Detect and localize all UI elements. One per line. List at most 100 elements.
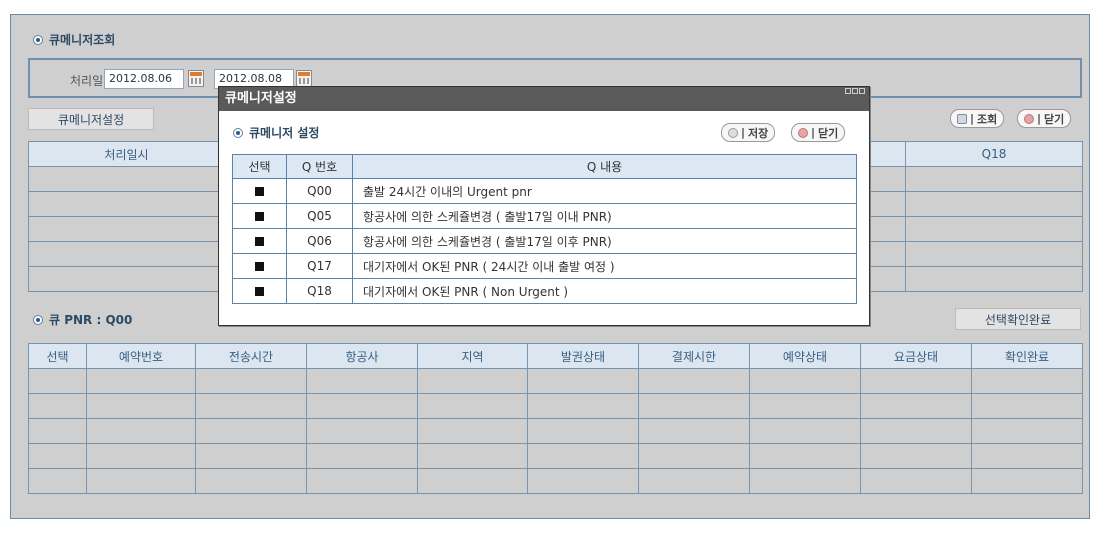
q-desc-cell: 대기자에서 OK된 PNR ( 24시간 이내 출발 여정 ) [352,253,857,279]
close-icon [1024,113,1034,124]
table-cell [749,368,861,394]
search-button[interactable]: | 조회 [950,109,1005,128]
save-button[interactable]: | 저장 [721,123,776,142]
q-number-cell: Q06 [286,228,353,254]
checkbox-checked-icon[interactable] [255,212,264,221]
table-cell [905,191,1083,217]
table-row[interactable]: Q17 대기자에서 OK된 PNR ( 24시간 이내 출발 여정 ) [232,253,857,279]
dialog-titlebar[interactable]: 큐메니저설정 [219,87,869,111]
queue-settings-button[interactable]: 큐메니저설정 [28,108,154,130]
table-cell [86,468,196,494]
table-cell [860,368,972,394]
table-cell [527,393,639,419]
table-cell [749,443,861,469]
table-row[interactable] [28,443,1083,469]
col-header: 항공사 [306,343,418,369]
window-close-icon[interactable] [859,88,865,94]
table-cell [306,443,418,469]
table-cell [905,166,1083,192]
checkbox-checked-icon[interactable] [255,237,264,246]
checkbox-checked-icon[interactable] [255,262,264,271]
table-cell [28,443,87,469]
table-cell [417,468,528,494]
table-cell [638,468,750,494]
table-row[interactable] [28,468,1083,494]
select-cell[interactable] [232,178,287,204]
select-cell[interactable] [232,278,287,304]
checkbox-checked-icon[interactable] [255,287,264,296]
confirm-selection-button[interactable]: 선택확인완료 [955,308,1081,330]
table-cell [417,418,528,444]
calendar-icon[interactable] [188,70,204,87]
table-row[interactable]: Q00 출발 24시간 이내의 Urgent pnr [232,178,857,204]
col-header: 확인완료 [971,343,1083,369]
table-cell [28,468,87,494]
table-cell [417,368,528,394]
select-cell[interactable] [232,228,287,254]
dialog-title: 큐메니저설정 [225,91,297,106]
table-cell [417,393,528,419]
col-header: 전송시간 [195,343,307,369]
queue-settings-table: 선택 Q 번호 Q 내용 Q00 출발 24시간 이내의 Urgent pnr Q0… [232,154,857,304]
table-row[interactable] [28,393,1083,419]
table-row[interactable] [28,368,1083,394]
table-cell [905,216,1083,242]
table-cell [638,393,750,419]
col-header: Q 내용 [352,154,857,179]
search-text: 조회 [977,112,998,126]
maximize-icon[interactable] [852,88,858,94]
q-number-cell: Q17 [286,253,353,279]
table-cell [638,443,750,469]
table-cell [195,393,307,419]
table-cell [28,266,225,292]
bullet-icon [33,34,43,45]
table-cell [860,393,972,419]
q-desc-cell: 항공사에 의한 스케쥴변경 ( 출발17일 이내 PNR) [352,203,857,229]
q-number-cell: Q18 [286,278,353,304]
q-desc-cell: 출발 24시간 이내의 Urgent pnr [352,178,857,204]
close-button[interactable]: | 닫기 [1017,109,1072,128]
table-cell [638,418,750,444]
table-cell [971,443,1083,469]
table-cell [860,468,972,494]
col-header: Q 번호 [286,154,353,179]
table-cell [28,393,87,419]
table-cell [28,418,87,444]
col-header: 지역 [417,343,528,369]
dialog-close-sep: | [811,126,816,139]
table-cell [417,443,528,469]
close-text: 닫기 [1044,112,1065,126]
table-cell [905,266,1083,292]
select-cell[interactable] [232,203,287,229]
search-label: | [970,112,975,125]
window-controls [845,88,865,94]
dialog-close-button[interactable]: | 닫기 [791,123,846,142]
dialog-section-label: 큐메니저 설정 [249,126,320,140]
col-header: 선택 [28,343,87,369]
table-row[interactable] [28,418,1083,444]
table-cell [86,368,196,394]
table-cell [905,241,1083,267]
col-header: 결제시한 [638,343,750,369]
table-cell [86,393,196,419]
close-sep: | [1037,112,1042,125]
table-cell [86,443,196,469]
q-desc-cell: 대기자에서 OK된 PNR ( Non Urgent ) [352,278,857,304]
table-cell [28,241,225,267]
table-row[interactable]: Q06 항공사에 의한 스케쥴변경 ( 출발17일 이후 PNR) [232,228,857,254]
checkbox-checked-icon[interactable] [255,187,264,196]
col-header: Q18 [905,141,1083,167]
calendar-icon[interactable] [296,70,312,87]
table-cell [195,418,307,444]
date-from-input[interactable]: 2012.08.06 [104,69,184,89]
table-cell [971,368,1083,394]
pnr-section-title: 큐 PNR : Q00 [33,311,132,328]
table-cell [971,393,1083,419]
table-cell [306,393,418,419]
q-number-cell: Q00 [286,178,353,204]
minimize-icon[interactable] [845,88,851,94]
table-row[interactable]: Q18 대기자에서 OK된 PNR ( Non Urgent ) [232,278,857,304]
col-header: 발권상태 [527,343,639,369]
table-row[interactable]: Q05 항공사에 의한 스케쥴변경 ( 출발17일 이내 PNR) [232,203,857,229]
select-cell[interactable] [232,253,287,279]
